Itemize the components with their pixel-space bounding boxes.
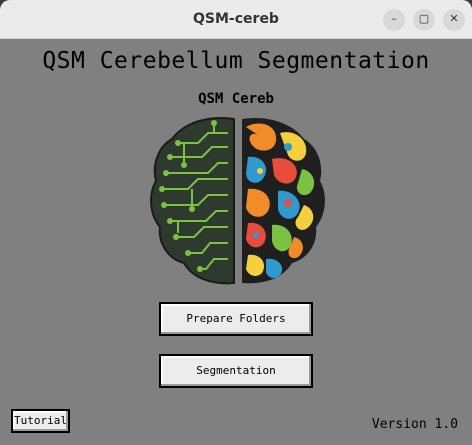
title-bar[interactable]: QSM-cereb – ▢ ✕ xyxy=(0,0,472,39)
segmentation-button[interactable]: Segmentation xyxy=(159,354,313,388)
maximize-icon: ▢ xyxy=(418,12,430,25)
page-title: QSM Cerebellum Segmentation xyxy=(42,48,430,74)
main-panel: QSM Cerebellum Segmentation QSM Cereb Pr… xyxy=(0,39,472,445)
app-window: QSM-cereb – ▢ ✕ QSM Cerebellum Segmentat… xyxy=(0,0,472,445)
prepare-folders-button[interactable]: Prepare Folders xyxy=(159,302,313,336)
minimize-icon: – xyxy=(391,12,397,25)
tutorial-button[interactable]: Tutorial xyxy=(11,409,70,433)
version-label: Version 1.0 xyxy=(371,417,458,432)
minimize-button[interactable]: – xyxy=(383,9,405,31)
maximize-button[interactable]: ▢ xyxy=(413,9,435,31)
close-button[interactable]: ✕ xyxy=(443,9,465,31)
brain-logo xyxy=(150,117,325,285)
close-icon: ✕ xyxy=(449,12,459,25)
logo-caption: QSM Cereb xyxy=(198,91,274,107)
